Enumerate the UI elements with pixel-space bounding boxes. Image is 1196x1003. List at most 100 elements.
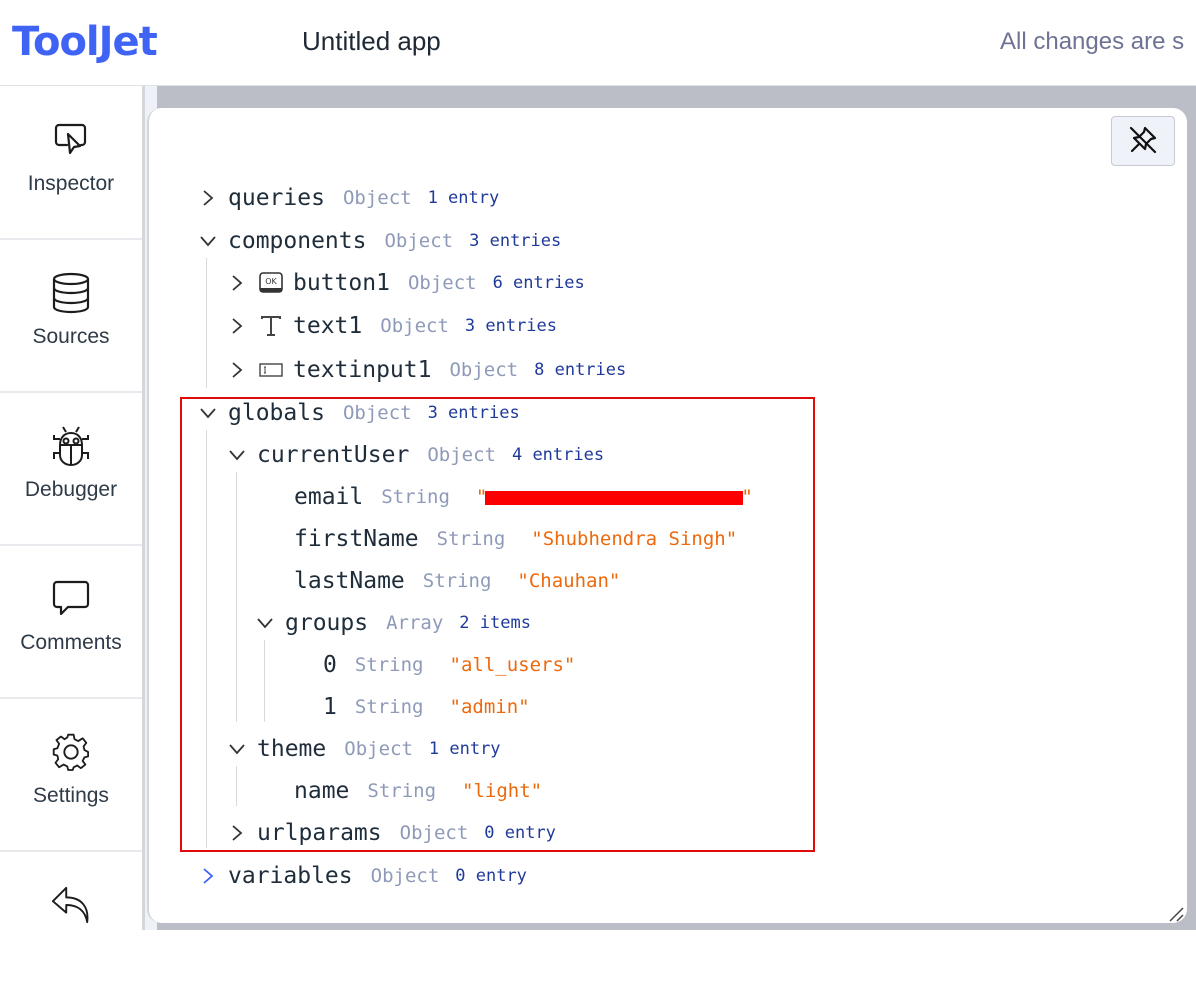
tree-node-variables[interactable]: variables Object 0 entry [197,859,527,893]
chevron-right-icon[interactable] [226,317,248,335]
node-type: Object [380,315,449,337]
sidebar-item-label: Debugger [24,478,118,501]
sidebar-item-inspector[interactable]: Inspector [0,86,142,240]
node-value-redacted: " " [475,486,753,508]
sidebar-item-label: Inspector [27,172,115,195]
node-key: text1 [293,313,363,339]
chevron-down-icon[interactable] [197,407,219,419]
node-type: Object [407,272,477,294]
node-type: String [354,654,424,676]
node-type: String [422,570,492,592]
text-input-icon [258,358,284,382]
tree-node-currentuser[interactable]: currentUser Object 4 entries [226,438,604,472]
tree-guide-groups [264,640,265,722]
node-type: Object [370,865,440,887]
tree-node-groups[interactable]: groups Array 2 items [254,606,531,640]
node-type: Object [449,359,519,381]
node-type: Object [342,187,412,209]
chevron-down-icon[interactable] [254,617,276,629]
node-key: name [294,778,350,804]
tree-node-button1[interactable]: OK button1 Object 6 entries [226,266,585,300]
tree-leaf-email[interactable]: email String " " [285,480,753,514]
node-key: currentUser [257,442,410,468]
sidebar-item-debugger[interactable]: Debugger [0,392,142,546]
top-header: ToolJet Untitled app All changes are s [0,0,1196,86]
node-type: String [367,780,437,802]
node-value: "Shubhendra Singh" [531,528,738,550]
node-key: 1 [323,694,337,720]
inspector-cursor-icon [51,120,91,160]
node-count: 0 entry [484,823,556,843]
node-key: textinput1 [293,357,432,383]
comment-icon [51,579,91,619]
chevron-right-icon[interactable] [226,361,248,379]
tree-node-textinput1[interactable]: textinput1 Object 8 entries [226,353,626,387]
resize-handle-icon[interactable] [1168,906,1184,922]
chevron-right-icon[interactable] [226,824,248,842]
tree-leaf-group-0[interactable]: 0 String "all_users" [314,648,575,682]
tree-leaf-theme-name[interactable]: name String "light" [285,774,542,808]
node-key: lastName [294,568,405,594]
chevron-right-icon[interactable] [226,274,248,292]
tooljet-logo[interactable]: ToolJet [12,18,158,66]
chevron-down-icon[interactable] [226,743,248,755]
node-type: Object [344,738,413,760]
app-title[interactable]: Untitled app [302,24,441,58]
sidebar-item-settings[interactable]: Settings [0,698,142,852]
node-key: theme [257,736,327,762]
node-count: 1 entry [427,188,500,208]
node-key: globals [228,400,325,426]
sidebar-item-sources[interactable]: Sources [0,239,142,393]
node-count: 6 entries [492,273,585,293]
undo-arrow-icon [51,885,91,925]
chevron-right-icon[interactable] [197,867,219,885]
node-value: "admin" [449,696,530,718]
tree-leaf-firstname[interactable]: firstName String "Shubhendra Singh" [285,522,737,556]
chevron-right-icon[interactable] [197,189,219,207]
node-key: groups [285,610,369,636]
tree-node-queries[interactable]: queries Object 1 entry [197,181,499,215]
save-status: All changes are s [1000,28,1185,55]
node-type: String [436,528,506,550]
tree-guide-currentuser [236,472,237,722]
tree-node-urlparams[interactable]: urlparams Object 0 entry [226,816,556,850]
node-type: String [381,486,450,508]
node-count: 8 entries [534,360,627,380]
sidebar-item-comments[interactable]: Comments [0,545,142,699]
unpin-panel-button[interactable] [1111,116,1175,166]
node-count: 3 entries [464,316,558,336]
chevron-down-icon[interactable] [226,449,248,461]
chevron-down-icon[interactable] [197,235,219,247]
database-icon [51,272,91,314]
tree-leaf-group-1[interactable]: 1 String "admin" [314,690,530,724]
node-count: 0 entry [455,866,527,886]
node-key: urlparams [257,820,382,846]
sidebar-item-label: Comments [20,631,122,654]
node-count: 2 items [459,613,531,633]
tree-node-text1[interactable]: text1 Object 3 entries [226,309,557,343]
sidebar-item-label: Sources [32,325,110,348]
node-key: queries [228,185,325,211]
node-type: Object [399,822,469,844]
node-key: firstName [294,526,419,552]
text-icon [258,314,284,338]
tree-node-globals[interactable]: globals Object 3 entries [197,396,520,430]
tree-node-components[interactable]: components Object 3 entries [197,224,561,258]
bug-icon [51,426,91,467]
node-type: Object [384,230,454,252]
tree-guide-globals [206,430,207,848]
sidebar-item-label: Settings [33,784,109,807]
tree-node-theme[interactable]: theme Object 1 entry [226,732,501,766]
sidebar-item-undo[interactable] [0,851,142,1003]
tree-leaf-lastname[interactable]: lastName String "Chauhan" [285,564,620,598]
node-type: String [354,696,424,718]
node-count: 4 entries [511,445,605,465]
node-type: Object [342,402,412,424]
node-count: 1 entry [428,739,501,759]
node-key: button1 [293,270,390,296]
node-count: 3 entries [469,231,562,251]
tree-guide-theme [236,766,237,806]
tree-guide-components [206,258,207,388]
left-sidebar: Inspector Sources Debugger Comments Sett… [0,86,145,930]
node-key: 0 [323,652,337,678]
